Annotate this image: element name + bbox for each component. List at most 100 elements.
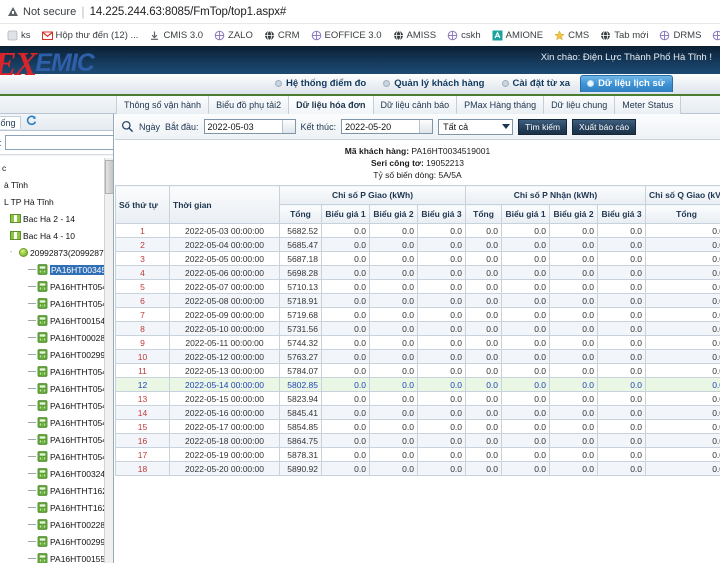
table-row[interactable]: 162022-05-18 00:00:005864.750.00.00.00.0… bbox=[116, 434, 720, 448]
table-row[interactable]: 182022-05-20 00:00:005890.920.00.00.00.0… bbox=[116, 462, 720, 476]
filter-bar[interactable]: Ngày Bắt đầu: 2022-05-03 Kết thúc: 2022-… bbox=[115, 114, 720, 140]
device-tree[interactable]: cà TĩnhL TP Hà TĩnhBac Ha 2 - 14Bac Ha 4… bbox=[0, 156, 114, 563]
sidebar-tab-label[interactable]: thống bbox=[0, 116, 21, 129]
tree-expand-icon[interactable]: - bbox=[10, 249, 17, 256]
tree-node[interactable]: -20992873(20992873) bbox=[0, 244, 114, 261]
start-date-value[interactable]: 2022-05-03 bbox=[205, 122, 282, 132]
meter-icon bbox=[37, 298, 48, 309]
table-row[interactable]: 42022-05-06 00:00:005698.280.00.00.00.00… bbox=[116, 266, 720, 280]
sub-tab-2[interactable]: Biểu đồ phụ tải2 bbox=[209, 96, 289, 114]
table-row[interactable]: 172022-05-19 00:00:005878.310.00.00.00.0… bbox=[116, 448, 720, 462]
type-select[interactable]: Tất cả bbox=[438, 119, 513, 135]
sub-tab-5[interactable]: PMax Hàng tháng bbox=[457, 96, 544, 114]
tree-node[interactable]: PA16HTHT05446(190 bbox=[0, 431, 114, 448]
bookmark-item[interactable]: CRM bbox=[260, 29, 304, 42]
table-row[interactable]: 62022-05-08 00:00:005718.910.00.00.00.00… bbox=[116, 294, 720, 308]
url-text[interactable]: 14.225.244.63:8085/FmTop/top1.aspx# bbox=[90, 6, 287, 18]
table-row[interactable]: 52022-05-07 00:00:005710.130.00.00.00.00… bbox=[116, 280, 720, 294]
table-row[interactable]: 132022-05-15 00:00:005823.940.00.00.00.0… bbox=[116, 392, 720, 406]
sidebar-tab-row[interactable]: thống bbox=[0, 114, 113, 131]
table-row[interactable]: 112022-05-13 00:00:005784.070.00.00.00.0… bbox=[116, 364, 720, 378]
history-table-body[interactable]: 12022-05-03 00:00:005682.520.00.00.00.00… bbox=[116, 224, 720, 476]
sub-tab-bar[interactable]: Thông số vận hành Biểu đồ phụ tải2 Dữ liệu… bbox=[116, 96, 681, 114]
main-tab-4[interactable]: Dữ liệu lịch sử bbox=[580, 75, 673, 92]
sub-tab-1[interactable]: Thông số vận hành bbox=[116, 96, 209, 114]
tree-node[interactable]: PA16HTHT16241(190 bbox=[0, 482, 114, 499]
search-input[interactable] bbox=[5, 135, 115, 150]
bookmark-item[interactable]: CMS bbox=[550, 29, 593, 42]
tree-node[interactable]: PA16HT0015443( 190 bbox=[0, 312, 114, 329]
tree-node[interactable]: PA16HT0002892( 190 bbox=[0, 329, 114, 346]
tree-scrollbar-thumb[interactable] bbox=[105, 160, 114, 194]
tab-bullet-icon bbox=[383, 80, 390, 87]
table-row[interactable]: 102022-05-12 00:00:005763.270.00.00.00.0… bbox=[116, 350, 720, 364]
tree-node[interactable]: PA16HTHT05431(190 bbox=[0, 278, 114, 295]
bookmarks-bar[interactable]: ksHộp thư đến (12) ...CMIS 3.0ZALOCRMEOF… bbox=[0, 24, 720, 46]
tree-node[interactable]: PA16HT0015540( 190 bbox=[0, 550, 114, 563]
main-tab-bar[interactable]: Hệ thống điểm đoQuản lý khách hàngCài đặ… bbox=[268, 75, 673, 92]
bookmark-item[interactable]: cskh bbox=[443, 29, 485, 42]
filter-search-icon[interactable] bbox=[121, 120, 134, 133]
end-date-field[interactable]: 2022-05-20 bbox=[341, 119, 433, 134]
tree-node[interactable]: PA16HTHT05434(190 bbox=[0, 397, 114, 414]
table-row[interactable]: 122022-05-14 00:00:005802.850.00.00.00.0… bbox=[116, 378, 720, 392]
table-cell-pg2: 0.0 bbox=[370, 378, 418, 392]
bookmark-item[interactable]: AMISS bbox=[389, 29, 441, 42]
sub-tab-7[interactable]: Meter Status bbox=[615, 96, 681, 114]
tree-node[interactable]: PA16HTHT16240(190 bbox=[0, 499, 114, 516]
bookmark-item[interactable]: DRMS bbox=[655, 29, 705, 42]
export-report-button[interactable]: Xuất báo cáo bbox=[572, 119, 636, 135]
bookmark-item[interactable]: AMIONE bbox=[488, 29, 547, 42]
url-bar[interactable]: Not secure | 14.225.244.63:8085/FmTop/to… bbox=[0, 0, 720, 24]
tree-node[interactable]: PA16HT0029962( 190 bbox=[0, 533, 114, 550]
bookmark-item[interactable]: CMIS 3.0 bbox=[145, 29, 207, 42]
tree-scrollbar[interactable] bbox=[104, 158, 113, 563]
tree-node[interactable]: PA16HTHT05430(190 bbox=[0, 295, 114, 312]
table-cell-pn1: 0.0 bbox=[502, 280, 550, 294]
bookmark-item[interactable]: Chăm Sóc Khách H... bbox=[708, 29, 720, 42]
bookmark-item[interactable]: Tab mới bbox=[596, 29, 652, 42]
table-row[interactable]: 142022-05-16 00:00:005845.410.00.00.00.0… bbox=[116, 406, 720, 420]
main-tab-3[interactable]: Cài đặt từ xa bbox=[495, 75, 579, 92]
tree-node[interactable]: Bac Ha 2 - 14 bbox=[0, 210, 114, 227]
bookmark-item[interactable]: Hộp thư đến (12) ... bbox=[38, 29, 143, 42]
refresh-icon[interactable] bbox=[26, 115, 37, 129]
tree-node[interactable]: PA16HT0022871( 190 bbox=[0, 516, 114, 533]
tree-node[interactable]: Bac Ha 4 - 10 bbox=[0, 227, 114, 244]
search-button[interactable]: Tìm kiếm bbox=[518, 119, 567, 135]
end-date-value[interactable]: 2022-05-20 bbox=[342, 122, 419, 132]
app-logo[interactable]: EXEMIC bbox=[0, 48, 94, 82]
sub-tab-label: Biểu đồ phụ tải2 bbox=[216, 100, 281, 110]
tree-node[interactable]: PA16HTHT05435(190 bbox=[0, 380, 114, 397]
sub-tab-4[interactable]: Dữ liệu cảnh báo bbox=[374, 96, 458, 114]
table-row[interactable]: 82022-05-10 00:00:005731.560.00.00.00.00… bbox=[116, 322, 720, 336]
calendar-icon[interactable] bbox=[282, 120, 295, 133]
table-cell-pg-total: 5718.91 bbox=[280, 294, 322, 308]
table-row[interactable]: 92022-05-11 00:00:005744.320.00.00.00.00… bbox=[116, 336, 720, 350]
main-tab-2[interactable]: Quản lý khách hàng bbox=[376, 75, 492, 92]
table-cell-pn3: 0.0 bbox=[598, 336, 646, 350]
tree-node[interactable]: PA16HTHT05433(190 bbox=[0, 448, 114, 465]
table-row[interactable]: 32022-05-05 00:00:005687.180.00.00.00.00… bbox=[116, 252, 720, 266]
tree-node[interactable]: PA16HT0034519001( bbox=[0, 261, 114, 278]
sidebar-search-row[interactable]: ): bbox=[0, 131, 113, 155]
tree-node[interactable]: PA16HTHT05429(190 bbox=[0, 363, 114, 380]
tree-node[interactable]: c bbox=[0, 159, 114, 176]
start-date-field[interactable]: 2022-05-03 bbox=[204, 119, 296, 134]
tree-node[interactable]: à Tĩnh bbox=[0, 176, 114, 193]
tree-node[interactable]: L TP Hà Tĩnh bbox=[0, 193, 114, 210]
table-row[interactable]: 12022-05-03 00:00:005682.520.00.00.00.00… bbox=[116, 224, 720, 238]
main-tab-1[interactable]: Hệ thống điểm đo bbox=[268, 75, 374, 92]
bookmark-item[interactable]: ks bbox=[3, 29, 35, 42]
tree-node[interactable]: PA16HT0032432001( bbox=[0, 465, 114, 482]
tree-node[interactable]: PA16HT0029969( 190 bbox=[0, 346, 114, 363]
table-row[interactable]: 152022-05-17 00:00:005854.850.00.00.00.0… bbox=[116, 420, 720, 434]
bookmark-item[interactable]: ZALO bbox=[210, 29, 257, 42]
table-row[interactable]: 72022-05-09 00:00:005719.680.00.00.00.00… bbox=[116, 308, 720, 322]
bookmark-item[interactable]: EOFFICE 3.0 bbox=[307, 29, 386, 42]
sub-tab-6[interactable]: Dữ liệu chung bbox=[544, 96, 615, 114]
tree-node[interactable]: PA16HTHT05432(190 bbox=[0, 414, 114, 431]
sub-tab-3[interactable]: Dữ liệu hóa đơn bbox=[289, 96, 373, 114]
table-row[interactable]: 22022-05-04 00:00:005685.470.00.00.00.00… bbox=[116, 238, 720, 252]
calendar-icon[interactable] bbox=[419, 120, 432, 133]
